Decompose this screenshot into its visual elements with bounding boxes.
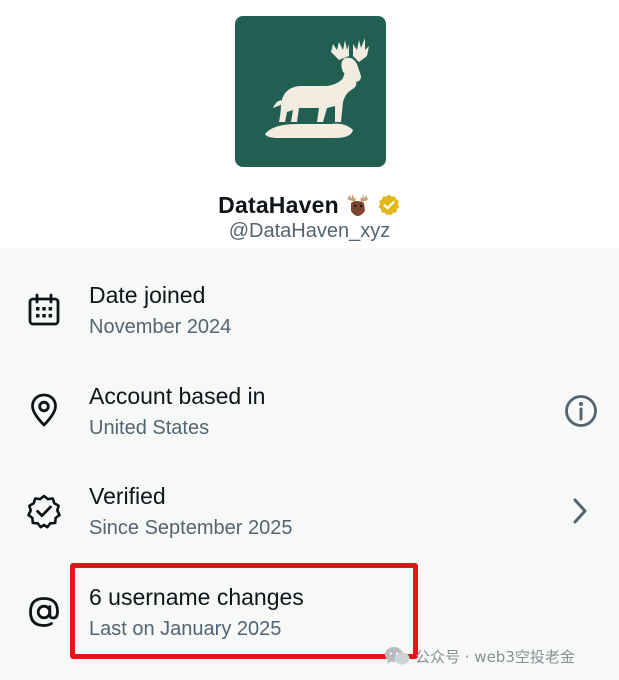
location-pin-icon	[31, 393, 57, 427]
about-row-account-based-in[interactable]: Account based in United States	[0, 383, 619, 475]
at-sign-icon	[29, 597, 59, 627]
about-row-date-joined: Date joined November 2024	[0, 282, 619, 374]
red-highlight-box	[70, 563, 418, 659]
profile-handle: @DataHaven_xyz	[228, 220, 391, 242]
verified-gold-badge-icon[interactable]	[377, 193, 401, 217]
calendar-icon	[28, 293, 60, 326]
watermark: 公众号 · web3空投老金	[384, 645, 575, 667]
row-subtitle: November 2024	[89, 316, 232, 338]
row-title: Date joined	[89, 282, 206, 308]
row-subtitle: Since September 2025	[89, 517, 293, 539]
moose-emoji-icon	[346, 194, 368, 216]
row-title: Account based in	[89, 383, 266, 409]
display-name: DataHaven	[218, 191, 339, 218]
profile-avatar[interactable]	[235, 16, 386, 167]
wechat-icon	[385, 647, 410, 665]
info-icon[interactable]	[563, 393, 599, 429]
row-subtitle: United States	[89, 417, 210, 439]
moose-logo-icon	[265, 38, 369, 138]
watermark-text: 公众号 · web3空投老金	[415, 647, 575, 666]
about-row-verified[interactable]: Verified Since September 2025	[0, 483, 619, 575]
row-title: Verified	[89, 483, 166, 509]
chevron-right-icon[interactable]	[568, 495, 592, 527]
verified-badge-icon	[27, 494, 61, 529]
profile-name-row: DataHaven	[0, 190, 619, 220]
